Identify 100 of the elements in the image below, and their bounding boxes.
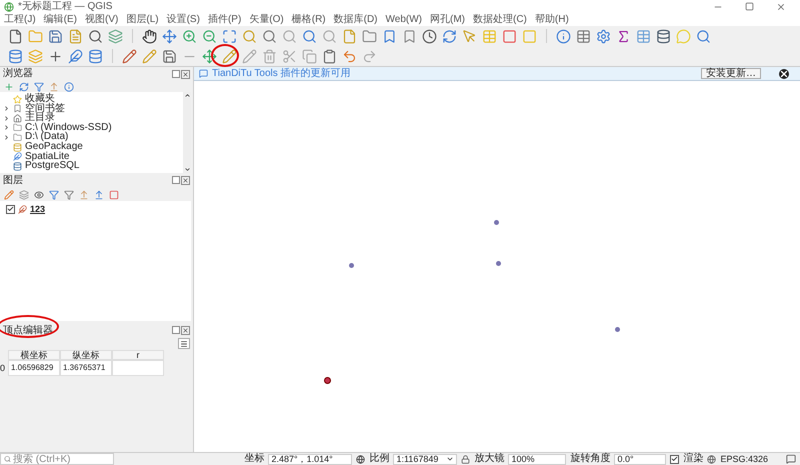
close-icon[interactable] [779,68,789,78]
scale-field[interactable]: 1:1167849 [393,454,458,464]
identify-icon[interactable] [556,28,571,44]
globe-icon[interactable] [707,454,716,464]
menu-item[interactable]: 矢量(O) [249,14,284,26]
menu-item[interactable]: 设置(S) [166,14,200,26]
refresh-icon[interactable] [442,28,457,44]
render-label: 渲染 [683,453,704,465]
bookmark-icon[interactable] [382,28,397,44]
close-panel-icon[interactable] [181,176,190,185]
close-panel-icon[interactable] [181,70,190,79]
tree-item[interactable]: GeoPackage [25,142,83,152]
scroll-up-icon[interactable] [184,92,190,100]
maximize-icon[interactable] [745,2,754,11]
crs-label[interactable]: EPSG:4326 [720,453,768,465]
filter-icon[interactable] [49,190,59,200]
edit-icon[interactable] [142,48,157,64]
search-icon[interactable] [88,28,103,44]
zoom-in-icon[interactable] [182,28,197,44]
select-icon[interactable] [462,28,477,44]
menu-item[interactable]: 编辑(E) [44,14,78,26]
redo-icon[interactable] [362,48,377,64]
row-header: 0 [0,362,6,375]
menu-item[interactable]: 插件(P) [208,14,242,26]
coordinate-field[interactable]: 2.487°，1.014° [268,454,352,464]
panel-title: 浏览器 [3,68,33,80]
menu-item[interactable]: 栅格(R) [292,14,326,26]
file-icon[interactable] [8,28,23,44]
save-edits-icon[interactable] [162,48,177,64]
tree-item[interactable]: D:\ (Data) [25,132,68,142]
float-panel-icon[interactable] [172,326,180,334]
menu-item[interactable]: 数据库(D) [334,14,378,26]
clipboard-icon[interactable] [322,48,337,64]
float-panel-icon[interactable] [172,70,180,78]
table-icon[interactable] [636,28,651,44]
settings-icon[interactable] [596,28,611,44]
install-update-button[interactable]: 安装更新… [701,68,761,79]
refresh-icon[interactable] [19,82,29,92]
menu-item[interactable]: 图层(L) [126,14,159,26]
bookmark-icon [13,104,22,114]
folder-icon [13,123,22,132]
panel-title: 图层 [3,174,23,186]
eye-icon[interactable] [34,190,44,200]
zoom-full-icon[interactable] [222,28,237,44]
locator-icon[interactable] [696,28,711,44]
info-icon[interactable] [64,82,74,92]
column-header[interactable]: r [112,350,164,360]
message-icon [199,69,208,78]
messages-icon[interactable] [786,454,796,464]
menu-item[interactable]: 数据处理(C) [473,14,527,26]
home-icon [13,114,22,123]
menu-item[interactable]: 工程(J) [4,14,36,26]
tree-item[interactable]: C:\ (Windows-SSD) [25,122,112,133]
coordinate-label: 坐标 [244,453,264,465]
pencil-icon[interactable] [122,48,137,64]
add-icon[interactable] [4,82,14,92]
column-header[interactable]: 纵坐标 [60,350,112,360]
rotation-field[interactable]: 0.0° [614,454,666,464]
scrollbar[interactable] [183,92,191,173]
menu-item[interactable]: Web(W) [386,14,422,26]
menu-item[interactable]: 帮助(H) [534,14,569,26]
sigma-icon[interactable] [616,28,631,44]
scroll-down-icon[interactable] [184,166,190,173]
menu-item[interactable]: 视图(V) [85,14,118,26]
trash-icon[interactable] [262,48,277,64]
clock-icon[interactable] [422,28,437,44]
tree-item[interactable]: 主目录 [25,113,55,124]
layer-name[interactable]: 123 [30,204,46,214]
map-point[interactable] [324,377,331,384]
menu-item[interactable]: 网孔(M) [430,14,465,26]
feather-icon [13,152,22,162]
scale-label: 比例 [369,453,390,465]
feather-icon[interactable] [68,48,83,64]
filter-icon[interactable] [34,82,44,92]
search-field[interactable]: 搜索 (Ctrl+K) [0,453,114,465]
layers-icon[interactable] [108,28,123,44]
menu-icon [180,340,188,348]
annotation-circle [211,44,239,67]
layer-checkbox[interactable] [6,204,15,214]
save-icon[interactable] [48,28,63,44]
tree-item[interactable]: PostgreSQL [25,161,80,172]
copy-icon[interactable] [302,48,317,64]
rotation-label: 旋转角度 [570,453,610,465]
undo-icon[interactable] [342,48,357,64]
column-header[interactable]: 横坐标 [8,350,60,360]
show-bookmarks-icon[interactable] [402,28,417,44]
close-panel-icon[interactable] [181,326,190,335]
menu-button[interactable] [178,338,190,349]
magnifier-field[interactable]: 100% [508,454,566,464]
float-panel-icon[interactable] [172,176,180,184]
zoom-out-icon[interactable] [202,28,217,44]
window-title: *无标题工程 — QGIS [18,1,112,13]
tree-item[interactable]: SpatiaLite [25,152,70,162]
move-icon[interactable] [162,28,177,44]
feather-icon [18,204,27,214]
hand-icon[interactable] [142,28,157,44]
document-icon[interactable] [68,28,83,44]
render-checkbox[interactable] [670,454,680,464]
scissors-icon[interactable] [282,48,297,64]
lock-icon[interactable] [461,454,470,464]
